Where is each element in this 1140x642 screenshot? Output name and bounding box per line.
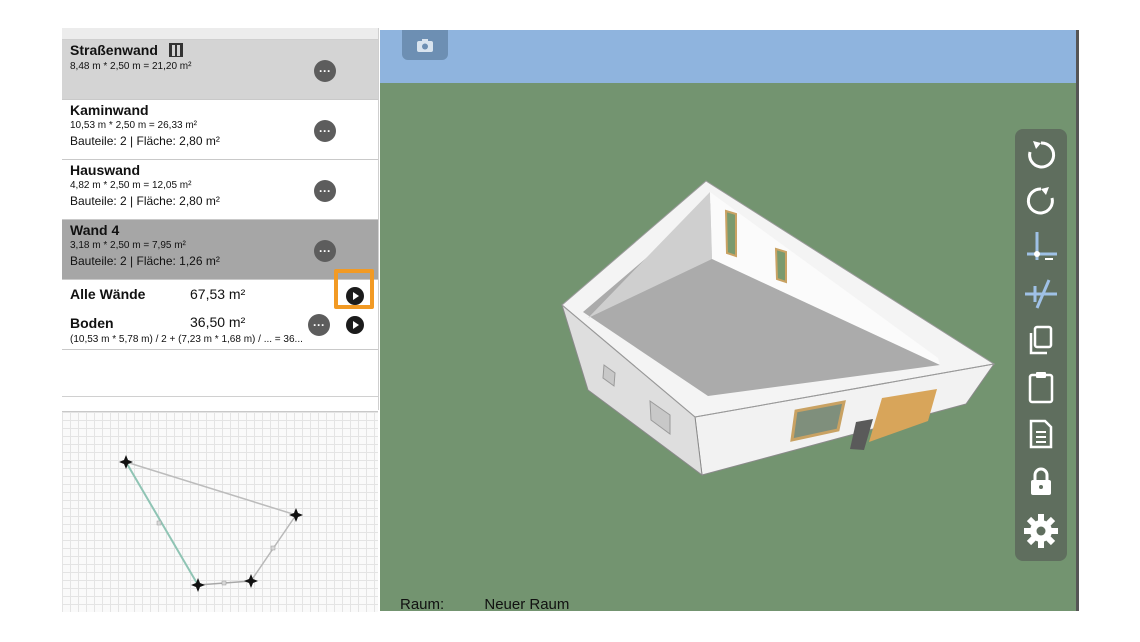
edit-toolbar: [1015, 129, 1067, 561]
paste-icon[interactable]: [1021, 367, 1061, 407]
floor-plan-canvas[interactable]: [62, 411, 378, 612]
wall-row-wand-4[interactable]: Wand 4 3,18 m * 2,50 m = 7,95 m² Bauteil…: [62, 220, 378, 280]
document-icon[interactable]: [1021, 414, 1061, 454]
split-wall-icon[interactable]: [1021, 274, 1061, 314]
wall-options-button[interactable]: ···: [314, 240, 336, 262]
floor-row[interactable]: Boden 36,50 m² (10,53 m * 5,78 m) / 2 + …: [62, 310, 378, 350]
all-walls-area: 67,53 m²: [190, 286, 246, 302]
wall-name: Wand 4: [70, 222, 120, 238]
floor-formula: (10,53 m * 5,78 m) / 2 + (7,23 m * 1,68 …: [70, 334, 303, 345]
wall-row-strassenwand[interactable]: Straßenwand 8,48 m * 2,50 m = 21,20 m² ·…: [62, 40, 378, 100]
copy-icon[interactable]: [1021, 320, 1061, 360]
add-corner-icon[interactable]: [1021, 228, 1061, 268]
floor-label: Boden: [70, 315, 114, 331]
wall-row-kaminwand[interactable]: Kaminwand 10,53 m * 2,50 m = 26,33 m² Ba…: [62, 100, 378, 160]
redo-icon[interactable]: [1021, 181, 1061, 221]
all-walls-label: Alle Wände: [70, 286, 146, 302]
list-divider: [62, 396, 378, 397]
floor-play-button[interactable]: [346, 316, 364, 334]
wall-options-button[interactable]: ···: [314, 60, 336, 82]
door-icon: [169, 43, 184, 57]
wall-name: Straßenwand: [70, 42, 158, 58]
lock-icon[interactable]: [1021, 462, 1061, 502]
wall-options-button[interactable]: ···: [314, 120, 336, 142]
list-top-strip: [62, 28, 378, 40]
highlight-box: [334, 269, 374, 309]
wall-list-panel: Straßenwand 8,48 m * 2,50 m = 21,20 m² ·…: [62, 28, 379, 410]
wall-name: Kaminwand: [70, 102, 149, 118]
all-walls-row[interactable]: Alle Wände 67,53 m²: [62, 280, 378, 310]
room-label: Raum:: [400, 596, 445, 611]
undo-icon[interactable]: [1021, 135, 1061, 175]
3d-viewport[interactable]: Raum: Neuer Raum: [380, 30, 1076, 611]
floor-plan-drawing: [119, 455, 303, 592]
wall-name: Hauswand: [70, 162, 141, 178]
floor-options-button[interactable]: ···: [308, 314, 330, 336]
house-3d-model: [561, 180, 996, 477]
floor-area: 36,50 m²: [190, 314, 246, 330]
room-name: Neuer Raum: [484, 596, 570, 611]
settings-gear-icon[interactable]: [1021, 511, 1061, 551]
room-status: Raum: Neuer Raum: [400, 596, 569, 611]
wall-options-button[interactable]: ···: [314, 180, 336, 202]
viewport-border: [1076, 30, 1079, 611]
wall-row-hauswand[interactable]: Hauswand 4,82 m * 2,50 m = 12,05 m² Baut…: [62, 160, 378, 220]
